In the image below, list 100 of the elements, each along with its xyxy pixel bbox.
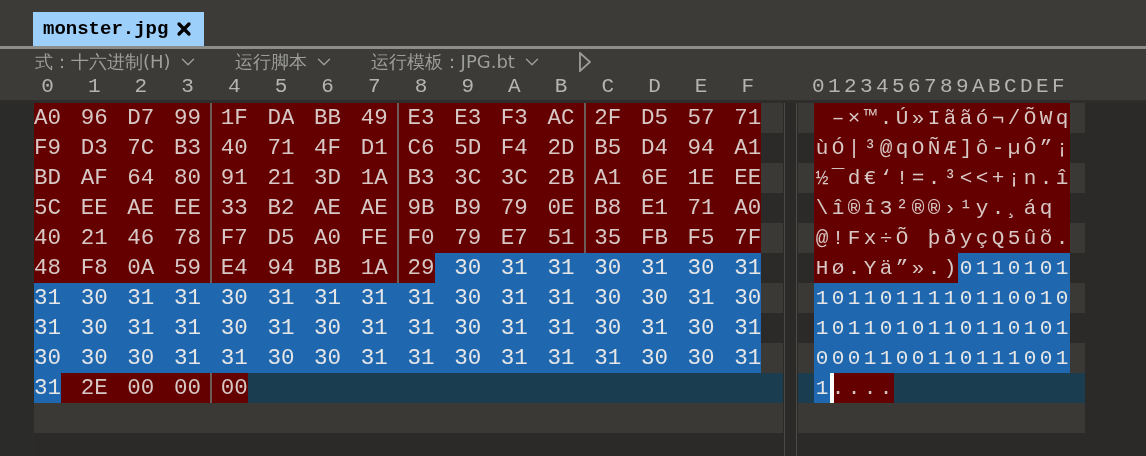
hex-byte: B2 [247, 193, 295, 223]
hex-byte: 31 [247, 283, 295, 313]
hex-byte: F4 [481, 133, 528, 163]
hex-byte: 2D [527, 133, 575, 163]
hex-byte: AE [107, 193, 155, 223]
hex-byte: 51 [527, 223, 575, 253]
hex-byte: BD [34, 163, 61, 193]
text-char: 1 [990, 285, 1006, 312]
file-tab[interactable]: monster.jpg [33, 12, 205, 46]
text-char: 1 [894, 315, 910, 342]
hex-byte: AE [294, 193, 342, 223]
hex-byte: 7F [714, 223, 762, 253]
text-char: ù [814, 135, 830, 162]
text-char: 3 [878, 195, 894, 222]
hex-byte: 3C [481, 163, 528, 193]
dropdown[interactable]: 式：十六进制(H) [35, 49, 199, 74]
text-char: . [862, 375, 878, 402]
hex-byte: B3 [387, 163, 435, 193]
text-char: 1 [862, 345, 878, 372]
text-char: 0 [1006, 315, 1022, 342]
text-char: – [830, 105, 846, 132]
hex-byte: 31 [714, 313, 762, 343]
hex-byte: 78 [154, 223, 202, 253]
hex-byte: 33 [201, 193, 248, 223]
hex-byte: B5 [574, 133, 622, 163]
text-char: î [1054, 165, 1070, 192]
text-char: 0 [878, 285, 894, 312]
text-char: 1 [862, 285, 878, 312]
text-char: . [926, 255, 942, 282]
play-icon[interactable] [578, 51, 591, 72]
text-char: 0 [894, 345, 910, 372]
text-char: 1 [990, 345, 1006, 372]
text-char: ø [830, 255, 846, 282]
text-char: ç [974, 225, 990, 252]
hex-byte: A0 [714, 193, 762, 223]
hex-byte: B3 [154, 133, 202, 163]
text-char: 1 [974, 285, 990, 312]
hex-byte: 31 [714, 253, 762, 283]
hex-byte: EE [154, 193, 202, 223]
hex-byte: 29 [387, 253, 435, 283]
text-char: Õ [894, 225, 910, 252]
text-char: 0 [1038, 345, 1054, 372]
hex-byte: 30 [434, 343, 482, 373]
hex-byte: 0E [527, 193, 575, 223]
text-char: 0 [830, 315, 846, 342]
text-char: < [974, 165, 990, 192]
hex-byte: 31 [527, 253, 575, 283]
text-char: \ [814, 195, 830, 222]
hex-byte: 31 [107, 283, 155, 313]
text-char: ã [942, 105, 958, 132]
hex-byte: 71 [714, 103, 762, 133]
column-label: C [600, 74, 616, 100]
hex-byte: 31 [527, 343, 575, 373]
text-char: î [830, 195, 846, 222]
dropdown[interactable]: 运行模板：JPG.bt [370, 49, 543, 74]
text-char: 1 [926, 315, 942, 342]
hex-byte: 31 [154, 313, 202, 343]
hex-byte: A1 [574, 163, 622, 193]
column-label: A [507, 74, 522, 100]
hex-byte: A0 [294, 223, 342, 253]
hex-byte: 30 [574, 283, 622, 313]
hex-byte: 21 [247, 163, 295, 193]
text-char: Æ [942, 135, 958, 162]
column-label: 6 [320, 74, 335, 100]
hex-byte: B8 [574, 193, 622, 223]
hex-byte: B9 [434, 193, 482, 223]
text-char: 0 [958, 345, 974, 372]
hex-byte: 48 [34, 253, 61, 283]
hex-byte: 40 [201, 133, 248, 163]
text-char: 1 [942, 285, 958, 312]
text-char: » [910, 105, 926, 132]
text-char: 1 [942, 315, 958, 342]
text-char: H [814, 255, 830, 282]
text-char: 1 [974, 255, 990, 282]
text-char: W [1038, 105, 1054, 132]
scrollbar[interactable] [784, 103, 797, 456]
hex-byte: E7 [481, 223, 528, 253]
text-char: 1 [846, 315, 862, 342]
column-label: E [693, 74, 709, 100]
text-char: 0 [1006, 285, 1022, 312]
text-char: ã [958, 105, 974, 132]
text-char: . [1038, 165, 1054, 192]
hex-byte: 31 [341, 283, 388, 313]
hex-byte: 3C [434, 163, 482, 193]
hex-byte: AF [61, 163, 108, 193]
dropdown[interactable]: 运行脚本 [234, 49, 335, 74]
hex-byte: 30 [61, 343, 108, 373]
text-char: Õ [1022, 105, 1038, 132]
hex-byte: 31 [667, 283, 715, 313]
hex-byte: 2B [527, 163, 575, 193]
text-char: 1 [1006, 345, 1022, 372]
text-char: ¬ [990, 105, 1006, 132]
text-char: ™ [862, 105, 878, 132]
text-char: n [1022, 165, 1038, 192]
hex-byte: 31 [481, 343, 528, 373]
text-char: 1 [862, 315, 878, 342]
column-label: D [647, 74, 662, 100]
column-label: 0123456789ABCDEF [812, 74, 1069, 100]
text-char: . [878, 105, 894, 132]
hex-byte: 35 [574, 223, 622, 253]
